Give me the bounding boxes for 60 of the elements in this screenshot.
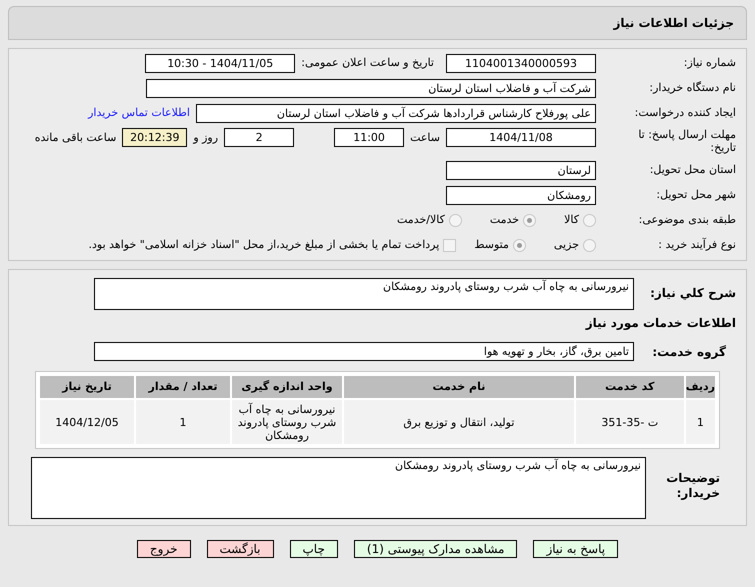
field-label: ساعت: [410, 130, 440, 146]
announce-date-field: 1404/11/05 - 10:30: [145, 54, 296, 73]
field-label: شهر محل تحویل:: [655, 187, 736, 204]
column-header: ردیف: [686, 376, 715, 398]
table-cell: 1: [686, 400, 715, 444]
table-cell: 1: [136, 400, 230, 444]
field-label: نام دستگاه خریدار:: [648, 80, 736, 96]
action-button[interactable]: پاسخ به نیاز: [533, 540, 618, 558]
table-cell: تولید، انتقال و توزیع برق: [344, 400, 574, 444]
buyer-field: شرکت آب و فاضلاب استان لرستان: [146, 79, 596, 98]
action-button[interactable]: بازگشت: [206, 540, 274, 558]
field-label: روز و: [193, 130, 218, 146]
days-field: 2: [224, 128, 294, 147]
action-button[interactable]: خروج: [136, 540, 190, 558]
column-header: کد خدمت: [576, 376, 684, 398]
field-label: شرح کلي نیاز:: [649, 285, 736, 302]
radio-label: خدمت: [490, 212, 520, 228]
buyer-contact-link[interactable]: اطلاعات تماس خریدار: [88, 105, 190, 122]
table-cell: 1404/12/05: [40, 400, 134, 444]
field-label: نوع فرآیند خرید :: [657, 237, 736, 254]
province-field: لرستان: [446, 161, 596, 180]
need-number-field: 1104001340000593: [446, 54, 596, 73]
field-label: توضیحات خریدار:: [665, 470, 721, 501]
checkbox[interactable]: [443, 239, 456, 252]
radio-label: کالا/خدمت: [397, 212, 445, 228]
city-field: رومشکان: [446, 186, 596, 205]
radio-label: کالا: [564, 212, 579, 228]
field-label: طبقه بندی موضوعی:: [638, 212, 736, 228]
radio-button[interactable]: [512, 239, 526, 252]
service-group-field: تامین برق، گاز، بخار و تهویه هوا: [94, 342, 634, 361]
column-header: واحد اندازه گیری: [232, 376, 342, 398]
column-header: تعداد / مقدار: [136, 376, 230, 398]
field-label: شماره نیاز:: [682, 55, 736, 72]
table-cell: ت -35-351: [576, 400, 684, 444]
action-button[interactable]: چاپ: [290, 540, 338, 558]
radio-button[interactable]: [448, 214, 462, 227]
remaining-time-field: 20:12:39: [122, 128, 188, 147]
summary-textarea[interactable]: نیرورسانی به چاه آب شرب روستای پادروند رومشکان: [94, 278, 634, 310]
field-label: گروه خدمت:: [651, 344, 727, 360]
radio-button[interactable]: [523, 214, 536, 227]
radio-button[interactable]: [583, 239, 596, 252]
action-button[interactable]: مشاهده مدارک پیوستی (1): [354, 540, 518, 558]
radio-label: جزیی: [554, 237, 579, 254]
payment-note: پرداخت تمام یا بخشی از مبلغ خرید،از محل "اسناد خزانه اسلامی" خواهد بود.: [88, 237, 440, 254]
deadline-date-field: 1404/11/08: [446, 128, 596, 147]
column-header: تاریخ نیاز: [40, 376, 134, 398]
field-label: استان محل تحویل:: [648, 162, 736, 178]
field-label: تاریخ و ساعت اعلان عمومی:: [301, 55, 434, 72]
field-label: ایجاد کننده درخواست:: [634, 105, 736, 122]
field-label: مهلت ارسال پاسخ: تا تاریخ:: [637, 128, 736, 154]
deadline-time-field: 11:00: [334, 128, 404, 147]
field-label: ساعت باقی مانده: [34, 130, 116, 146]
radio-button[interactable]: [583, 214, 596, 227]
creator-field: علی پورفلاح کارشناس قراردادها شرکت آب و فاضلاب استان لرستان: [196, 104, 596, 123]
column-header: نام خدمت: [344, 376, 574, 398]
page-title: جزئیات اطلاعات نیاز: [613, 15, 734, 32]
notes-textarea[interactable]: نیرورسانی به چاه آب شرب روستای پادروند رومشکان: [31, 457, 646, 519]
section-title: اطلاعات خدمات مورد نیاز: [584, 315, 736, 332]
table-cell: نیرورسانی به چاه آب شرب روستای پادروند رومشکان: [232, 400, 342, 444]
radio-label: متوسط: [474, 237, 509, 254]
